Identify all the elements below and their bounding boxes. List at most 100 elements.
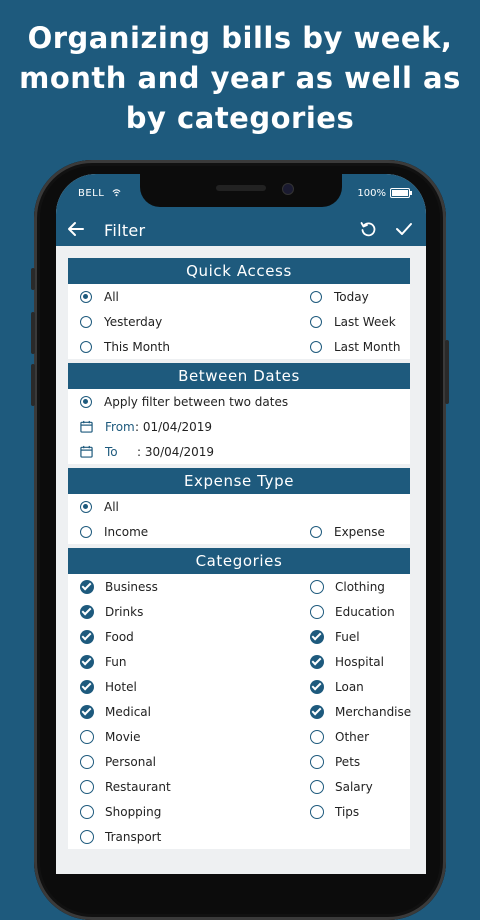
category-tips[interactable]: Tips bbox=[310, 804, 410, 819]
category-clothing[interactable]: Clothing bbox=[310, 579, 410, 594]
radio-income[interactable]: Income bbox=[80, 525, 148, 539]
category-row: Restaurant Salary bbox=[68, 774, 410, 799]
category-salary[interactable]: Salary bbox=[310, 779, 410, 794]
radio-last-week[interactable]: Last Week bbox=[310, 315, 410, 329]
category-food[interactable]: Food bbox=[80, 629, 134, 644]
checkbox-food[interactable] bbox=[80, 629, 94, 644]
category-other[interactable]: Other bbox=[310, 729, 410, 744]
radio-income-label: Income bbox=[104, 524, 149, 539]
radio-last-week-label: Last Week bbox=[334, 314, 396, 329]
category-movie[interactable]: Movie bbox=[80, 729, 141, 744]
checkbox-fuel[interactable] bbox=[310, 629, 324, 644]
quick-access-header: Quick Access bbox=[68, 258, 410, 284]
category-transport[interactable]: Transport bbox=[80, 829, 161, 844]
category-label: Restaurant bbox=[105, 779, 171, 794]
category-personal[interactable]: Personal bbox=[80, 754, 156, 769]
category-loan[interactable]: Loan bbox=[310, 679, 410, 694]
category-drinks[interactable]: Drinks bbox=[80, 604, 143, 619]
carrier-text: BELL bbox=[78, 188, 105, 199]
category-label: Merchandise bbox=[335, 704, 412, 719]
checkbox-fun[interactable] bbox=[80, 654, 94, 669]
radio-expense-indicator[interactable] bbox=[310, 525, 322, 538]
radio-this-month-indicator[interactable] bbox=[80, 340, 92, 353]
phone-notch bbox=[140, 174, 342, 207]
radio-income-indicator[interactable] bbox=[80, 525, 92, 538]
radio-all-indicator[interactable] bbox=[80, 290, 92, 303]
checkbox-hospital[interactable] bbox=[310, 654, 324, 669]
category-label: Tips bbox=[335, 804, 360, 819]
category-row: Personal Pets bbox=[68, 749, 410, 774]
app-bar: Filter bbox=[56, 214, 426, 246]
to-date-row[interactable]: To : 30/04/2019 bbox=[68, 439, 410, 464]
radio-last-week-indicator[interactable] bbox=[310, 315, 322, 328]
back-arrow-icon[interactable] bbox=[66, 219, 86, 239]
to-date-value[interactable]: : 30/04/2019 bbox=[137, 445, 214, 459]
front-camera bbox=[282, 183, 294, 195]
checkbox-movie[interactable] bbox=[80, 729, 94, 744]
radio-yesterday[interactable]: Yesterday bbox=[80, 315, 162, 329]
checkbox-pets[interactable] bbox=[310, 754, 324, 769]
radio-apply-date-filter-indicator[interactable] bbox=[80, 395, 92, 408]
checkbox-shopping[interactable] bbox=[80, 804, 94, 819]
checkbox-personal[interactable] bbox=[80, 754, 94, 769]
radio-apply-date-filter[interactable]: Apply filter between two dates bbox=[80, 395, 288, 409]
from-date-value[interactable]: : 01/04/2019 bbox=[135, 420, 212, 434]
to-label: To bbox=[105, 444, 118, 459]
headline-line-1: Organizing bills by week, bbox=[27, 21, 453, 55]
from-label: From bbox=[105, 419, 135, 434]
category-merchandise[interactable]: Merchandise bbox=[310, 704, 412, 719]
checkbox-restaurant[interactable] bbox=[80, 779, 94, 794]
radio-today[interactable]: Today bbox=[310, 290, 410, 304]
category-label: Food bbox=[105, 629, 134, 644]
checkbox-drinks[interactable] bbox=[80, 604, 94, 619]
checkbox-other[interactable] bbox=[310, 729, 324, 744]
checkbox-transport[interactable] bbox=[80, 829, 94, 844]
radio-today-indicator[interactable] bbox=[310, 290, 322, 303]
apply-filter-row: Apply filter between two dates bbox=[68, 389, 410, 414]
from-date-row[interactable]: From : 01/04/2019 bbox=[68, 414, 410, 439]
category-fuel[interactable]: Fuel bbox=[310, 629, 410, 644]
categories-header: Categories bbox=[68, 548, 410, 574]
radio-expense-label: Expense bbox=[334, 524, 385, 539]
checkbox-hotel[interactable] bbox=[80, 679, 94, 694]
checkbox-medical[interactable] bbox=[80, 704, 94, 719]
category-label: Pets bbox=[335, 754, 361, 769]
category-label: Medical bbox=[105, 704, 151, 719]
radio-type-all-indicator[interactable] bbox=[80, 500, 92, 513]
checkbox-salary[interactable] bbox=[310, 779, 324, 794]
category-business[interactable]: Business bbox=[80, 579, 158, 594]
category-row: Movie Other bbox=[68, 724, 410, 749]
category-medical[interactable]: Medical bbox=[80, 704, 151, 719]
radio-expense[interactable]: Expense bbox=[310, 525, 410, 539]
category-label: Business bbox=[105, 579, 158, 594]
category-label: Loan bbox=[335, 679, 364, 694]
category-row: Business Clothing bbox=[68, 574, 410, 599]
radio-yesterday-indicator[interactable] bbox=[80, 315, 92, 328]
checkbox-education[interactable] bbox=[310, 604, 324, 619]
radio-last-month-indicator[interactable] bbox=[310, 340, 322, 353]
category-row: Hotel Loan bbox=[68, 674, 410, 699]
category-hospital[interactable]: Hospital bbox=[310, 654, 410, 669]
category-fun[interactable]: Fun bbox=[80, 654, 127, 669]
checkbox-merchandise[interactable] bbox=[310, 704, 324, 719]
category-shopping[interactable]: Shopping bbox=[80, 804, 161, 819]
checkbox-loan[interactable] bbox=[310, 679, 324, 694]
category-label: Clothing bbox=[335, 579, 385, 594]
checkbox-tips[interactable] bbox=[310, 804, 324, 819]
category-hotel[interactable]: Hotel bbox=[80, 679, 137, 694]
radio-type-all[interactable]: All bbox=[80, 500, 119, 514]
apply-check-icon[interactable] bbox=[394, 220, 414, 238]
category-restaurant[interactable]: Restaurant bbox=[80, 779, 171, 794]
category-education[interactable]: Education bbox=[310, 604, 410, 619]
radio-this-month[interactable]: This Month bbox=[80, 340, 170, 354]
category-row: Medical Merchandise bbox=[68, 699, 412, 724]
radio-all[interactable]: All bbox=[80, 290, 119, 304]
radio-last-month[interactable]: Last Month bbox=[310, 340, 410, 354]
category-label: Movie bbox=[105, 729, 141, 744]
category-pets[interactable]: Pets bbox=[310, 754, 410, 769]
checkbox-clothing[interactable] bbox=[310, 579, 324, 594]
category-label: Hospital bbox=[335, 654, 384, 669]
reset-icon[interactable] bbox=[359, 220, 377, 238]
checkbox-business[interactable] bbox=[80, 579, 94, 594]
category-label: Fun bbox=[105, 654, 127, 669]
